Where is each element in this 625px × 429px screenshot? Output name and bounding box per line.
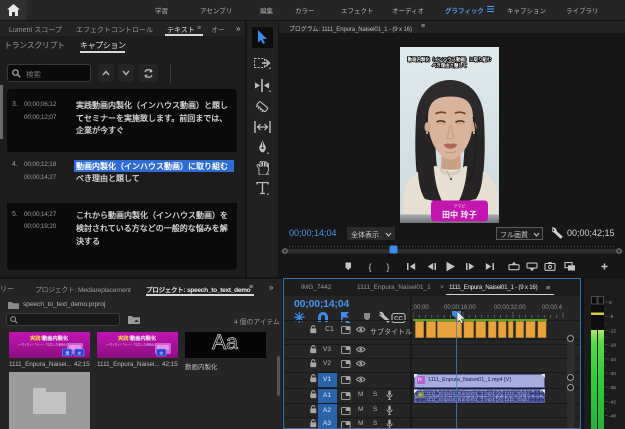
svg-text:-6: -6 — [609, 314, 614, 320]
svg-text:-48: -48 — [609, 414, 616, 420]
svg-text:-36: -36 — [609, 385, 616, 391]
svg-text:べき理由と題して: べき理由と題して — [432, 61, 467, 68]
svg-text:0: 0 — [609, 300, 612, 306]
svg-text:田中 玲子: 田中 玲子 — [442, 209, 477, 219]
svg-text:Aa: Aa — [212, 332, 238, 354]
svg-text:-42: -42 — [609, 399, 616, 405]
svg-text:実践!動画内製化: 実践!動画内製化 — [118, 334, 157, 342]
svg-text:アマビ: アマビ — [454, 202, 466, 208]
svg-text:⊞: ⊞ — [160, 351, 163, 356]
svg-text:畑: 畑 — [65, 350, 69, 356]
svg-text:実践!動画内製化: 実践!動画内製化 — [30, 334, 69, 342]
svg-text:-24: -24 — [609, 357, 616, 363]
svg-text:-18: -18 — [609, 343, 616, 349]
svg-text:{: { — [368, 262, 371, 272]
svg-text:-30: -30 — [609, 371, 616, 377]
svg-text:⊞: ⊞ — [78, 351, 81, 356]
svg-text:}: } — [386, 262, 389, 272]
svg-text:-12: -12 — [609, 328, 616, 334]
